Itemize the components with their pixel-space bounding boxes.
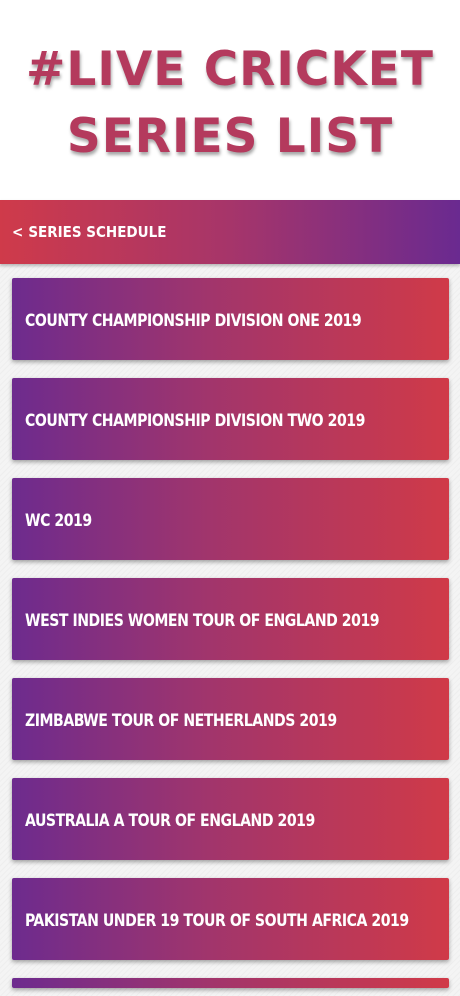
series-card-label: WC 2019 [25,511,92,531]
series-list: COUNTY CHAMPIONSHIP DIVISION ONE 2019 CO… [0,264,460,996]
series-schedule-header: < SERIES SCHEDULE [0,200,460,264]
series-card[interactable]: WC 2019 [12,478,449,560]
series-card[interactable]: ZIMBABWE TOUR OF NETHERLANDS 2019 [12,678,449,760]
hero-banner: #LIVE CRICKET SERIES LIST [0,0,460,200]
series-card-label: ZIMBABWE TOUR OF NETHERLANDS 2019 [25,711,337,731]
series-card-label: COUNTY CHAMPIONSHIP DIVISION ONE 2019 [25,311,362,331]
series-card[interactable]: COUNTY CHAMPIONSHIP DIVISION ONE 2019 [12,278,449,360]
series-card[interactable]: COUNTY CHAMPIONSHIP DIVISION TWO 2019 [12,378,449,460]
page-title-line-1: #LIVE CRICKET [26,42,434,97]
series-card[interactable]: AUSTRALIA A TOUR OF ENGLAND 2019 [12,778,449,860]
chevron-left-icon: < [12,223,24,241]
series-card-label: COUNTY CHAMPIONSHIP DIVISION TWO 2019 [25,411,365,431]
series-card-partial[interactable] [12,978,449,988]
back-button[interactable]: < SERIES SCHEDULE [12,200,166,264]
series-card[interactable]: PAKISTAN UNDER 19 TOUR OF SOUTH AFRICA 2… [12,878,449,960]
header-title: SERIES SCHEDULE [28,223,167,241]
series-card-label: WEST INDIES WOMEN TOUR OF ENGLAND 2019 [25,611,380,631]
series-card[interactable]: WEST INDIES WOMEN TOUR OF ENGLAND 2019 [12,578,449,660]
series-card-label: AUSTRALIA A TOUR OF ENGLAND 2019 [25,811,315,831]
series-card-label: PAKISTAN UNDER 19 TOUR OF SOUTH AFRICA 2… [25,911,409,931]
page-title-line-2: SERIES LIST [66,109,394,164]
